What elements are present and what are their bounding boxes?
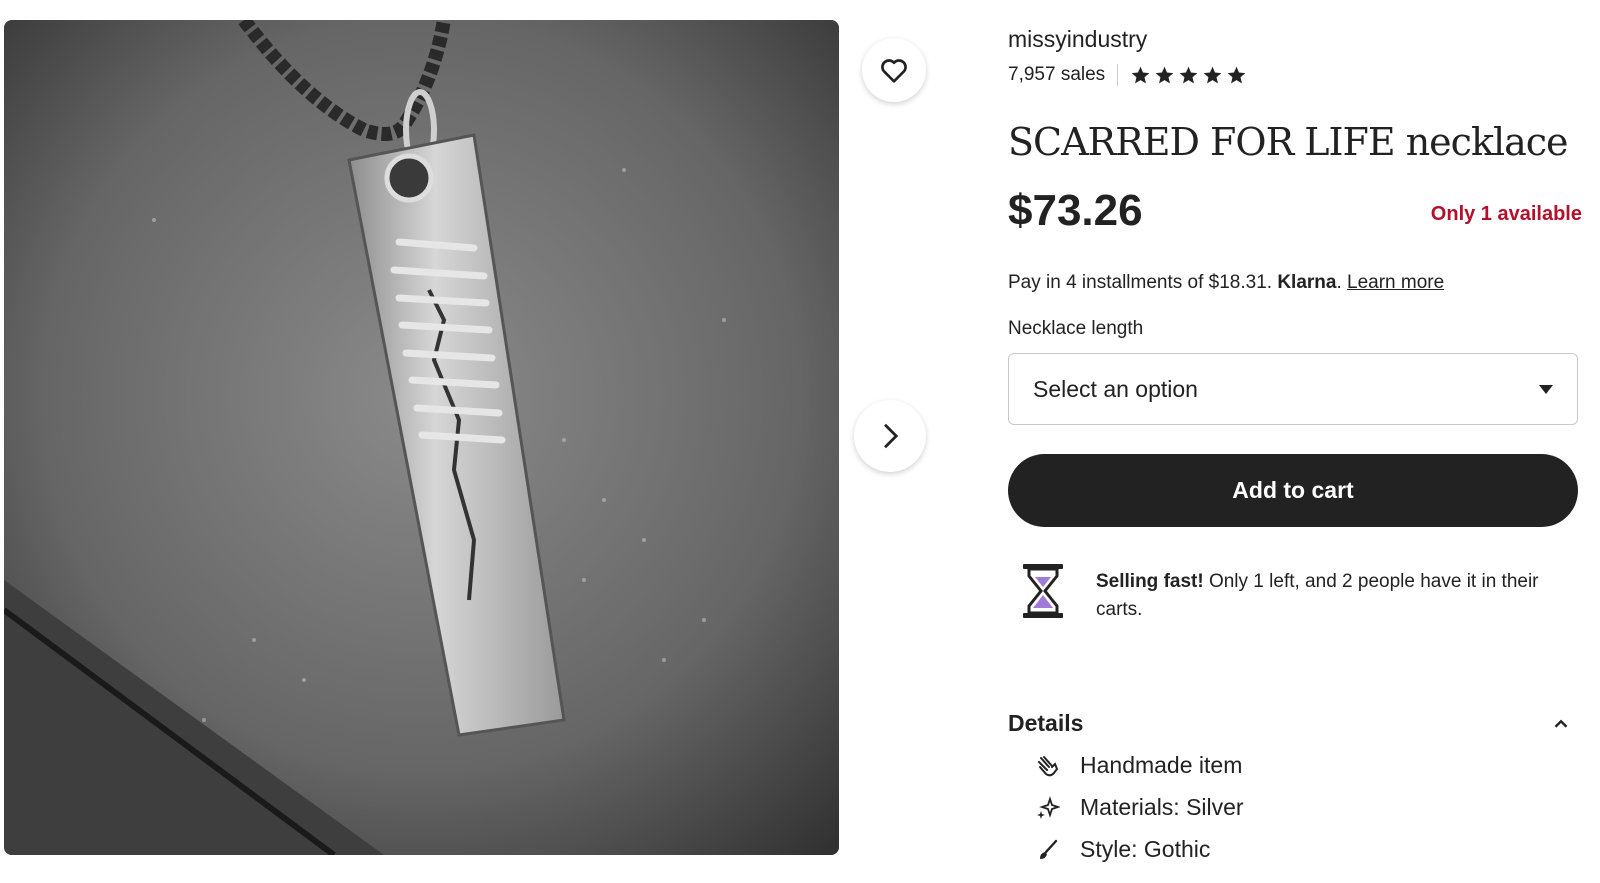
detail-style: Style: Gothic: [1036, 836, 1210, 863]
product-title: SCARRED FOR LIFE necklace: [1008, 120, 1569, 164]
detail-handmade: Handmade item: [1036, 752, 1242, 779]
add-to-cart-button[interactable]: Add to cart: [1008, 454, 1578, 527]
chevron-up-icon: [1554, 719, 1568, 728]
detail-label: Handmade item: [1080, 752, 1243, 778]
favorite-button[interactable]: [862, 38, 926, 102]
star-icon: [1203, 66, 1222, 83]
necklace-length-select[interactable]: Select an option: [1008, 353, 1578, 425]
detail-label: Materials: Silver: [1080, 794, 1244, 820]
shop-name-link[interactable]: missyindustry: [1008, 26, 1147, 53]
caret-down-icon: [1539, 384, 1553, 394]
heart-icon: [881, 59, 907, 83]
necklace-length-label: Necklace length: [1008, 318, 1144, 339]
availability-badge: Only 1 available: [1430, 203, 1582, 225]
next-image-button[interactable]: [854, 400, 926, 472]
learn-more-link[interactable]: Learn more: [1347, 272, 1444, 293]
selling-fast-text: Selling fast! Only 1 left, and 2 people …: [1096, 568, 1566, 624]
installments-info: Pay in 4 installments of $18.31. Klarna.…: [1008, 272, 1444, 294]
add-to-cart-label: Add to cart: [1232, 477, 1354, 503]
installments-text: Pay in 4 installments of $18.31.: [1008, 272, 1278, 293]
product-image[interactable]: [4, 20, 839, 855]
hourglass-icon: [1023, 564, 1063, 618]
brush-icon: [1040, 839, 1058, 859]
details-heading: Details: [1008, 710, 1084, 736]
hand-icon: [1038, 755, 1059, 776]
detail-materials: Materials: Silver: [1036, 794, 1244, 821]
sales-count: 7,957 sales: [1008, 64, 1106, 85]
rating-stars[interactable]: [1130, 65, 1247, 86]
star-icon: [1131, 66, 1150, 83]
select-value: Select an option: [1033, 375, 1198, 402]
divider: [1117, 64, 1119, 86]
chevron-right-icon: [884, 423, 899, 449]
necklace-photo: [4, 20, 839, 855]
shop-meta: 7,957 sales: [1008, 64, 1247, 86]
sparkle-icon: [1037, 795, 1060, 819]
details-toggle[interactable]: Details: [1008, 710, 1578, 737]
product-price: $73.26: [1008, 186, 1143, 235]
star-icon: [1179, 66, 1198, 83]
detail-label: Style: Gothic: [1080, 836, 1211, 862]
star-icon: [1227, 66, 1246, 83]
selling-fast-headline: Selling fast!: [1096, 571, 1204, 592]
klarna-logo: Klarna: [1277, 272, 1337, 293]
installments-separator: .: [1336, 272, 1348, 293]
star-icon: [1155, 66, 1174, 83]
